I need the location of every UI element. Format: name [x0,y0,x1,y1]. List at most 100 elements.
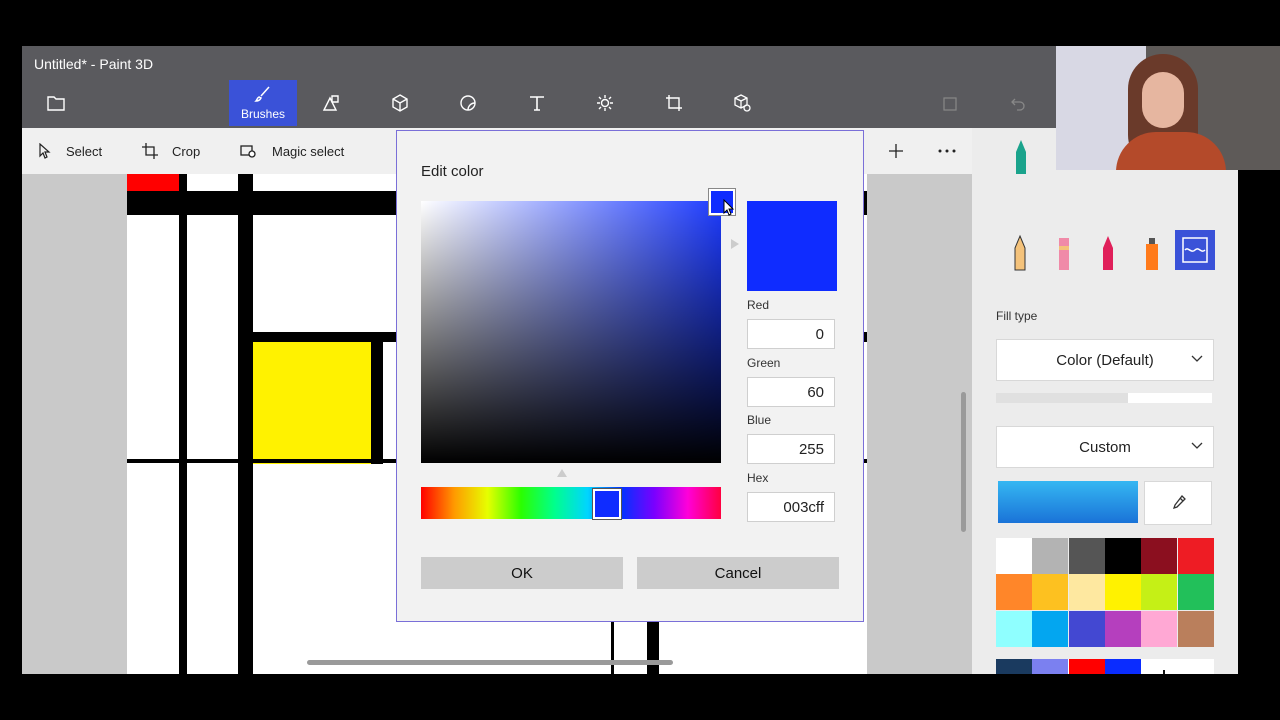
crop-button[interactable]: Crop [142,128,200,174]
eyedropper-icon [1172,495,1186,510]
brush-icon [254,86,270,102]
fill-type-value: Color (Default) [1056,351,1154,369]
custom-value: Custom [1079,438,1131,456]
hex-label: Hex [747,471,769,485]
custom-dropdown[interactable]: Custom [996,426,1214,468]
more-icon [938,149,956,153]
green-label: Green [747,356,781,370]
palette-swatch[interactable] [1177,538,1214,574]
custom-color-swatch[interactable] [996,659,1032,674]
palette-swatch[interactable] [1068,538,1105,574]
more-button[interactable] [938,128,970,174]
cancel-button[interactable]: Cancel [637,557,839,589]
color-palette [996,538,1214,648]
tab-brushes[interactable]: Brushes [229,80,297,126]
palette-swatch[interactable] [1068,574,1105,611]
custom-color-swatch[interactable] [1068,659,1105,674]
paste-button[interactable] [916,80,984,126]
cube-icon [392,94,408,112]
red-input[interactable]: 0 [747,319,835,349]
palette-swatch[interactable] [1141,574,1178,611]
vertical-scrollbar[interactable] [961,392,966,532]
folder-icon [47,96,65,111]
tab-effects[interactable] [571,80,639,126]
color-preview [747,201,837,291]
palette-swatch[interactable] [1104,574,1141,611]
cursor-icon [39,143,51,159]
eraser-brush[interactable] [1052,232,1076,272]
add-color-button[interactable] [1146,659,1182,674]
triangle-right-icon [731,239,739,249]
tab-brushes-label: Brushes [240,107,286,121]
tab-2d-shapes[interactable] [297,80,365,126]
triangle-up-icon [557,469,567,477]
palette-swatch[interactable] [1032,574,1069,611]
custom-color-swatch[interactable] [1104,659,1141,674]
crayon-icon [1103,236,1113,270]
brushes-panel: Fill type Color (Default) Custom [972,128,1238,674]
add-button[interactable] [888,128,918,174]
fill-type-dropdown[interactable]: Color (Default) [996,339,1214,381]
paste-icon [943,97,957,111]
pencil-brush[interactable] [1008,232,1032,272]
palette-swatch[interactable] [1032,610,1069,647]
2d-shapes-icon [322,95,339,111]
text-icon [530,96,544,111]
hue-slider-handle[interactable] [592,488,622,520]
window-title: Untitled* - Paint 3D [34,56,154,72]
horizontal-scrollbar[interactable] [307,660,673,665]
dialog-title: Edit color [421,163,484,180]
pencil-icon [1014,234,1026,271]
palette-swatch[interactable] [1141,538,1178,574]
edit-color-dialog: Edit color Red 0 Green 60 Blue 255 Hex 0… [396,130,864,622]
blue-input[interactable]: 255 [747,434,835,464]
palette-swatch[interactable] [996,538,1032,574]
magic-select-icon [240,145,256,158]
crop-icon [142,143,158,159]
marker-brush[interactable] [1008,138,1034,176]
sun-icon [597,95,613,111]
green-input[interactable]: 60 [747,377,835,407]
palette-swatch[interactable] [1104,610,1141,647]
tab-text[interactable] [503,80,571,126]
spray-can-icon [1146,238,1158,270]
select-button[interactable]: Select [38,128,102,174]
palette-swatch[interactable] [996,574,1032,611]
tab-3d-library[interactable] [708,80,776,126]
custom-colors [996,659,1214,674]
fill-brush[interactable] [1175,230,1215,270]
spray-can-brush[interactable] [1140,232,1164,272]
palette-swatch[interactable] [1104,538,1141,574]
sticker-icon [460,95,476,111]
ok-button[interactable]: OK [421,557,623,589]
palette-swatch[interactable] [1068,610,1105,647]
opacity-slider[interactable] [996,393,1212,403]
custom-color-swatch[interactable] [1032,659,1069,674]
magic-select-button[interactable]: Magic select [240,128,344,174]
magic-select-label: Magic select [272,143,345,159]
hue-slider[interactable] [421,487,721,519]
blue-label: Blue [747,413,772,427]
hex-input[interactable]: 003cff [747,492,835,522]
menu-button[interactable] [22,80,90,126]
red-label: Red [747,298,770,312]
palette-swatch[interactable] [1032,538,1069,574]
palette-swatch[interactable] [996,610,1032,647]
undo-button[interactable] [984,80,1052,126]
fill-type-label: Fill type [996,309,1038,323]
3d-library-icon [734,94,751,112]
plus-icon [889,144,903,158]
palette-swatch[interactable] [1141,610,1178,647]
fill-icon [1182,237,1208,263]
color-spectrum[interactable] [421,201,721,463]
crayon-brush[interactable] [1096,232,1120,272]
tab-stickers[interactable] [434,80,502,126]
cursor-icon [723,199,735,216]
current-color-swatch[interactable] [998,481,1138,523]
tab-canvas[interactable] [640,80,708,126]
tab-3d-shapes[interactable] [366,80,434,126]
plus-icon [1163,670,1165,674]
palette-swatch[interactable] [1177,574,1214,611]
eyedropper-button[interactable] [1144,481,1212,525]
palette-swatch[interactable] [1177,610,1214,647]
